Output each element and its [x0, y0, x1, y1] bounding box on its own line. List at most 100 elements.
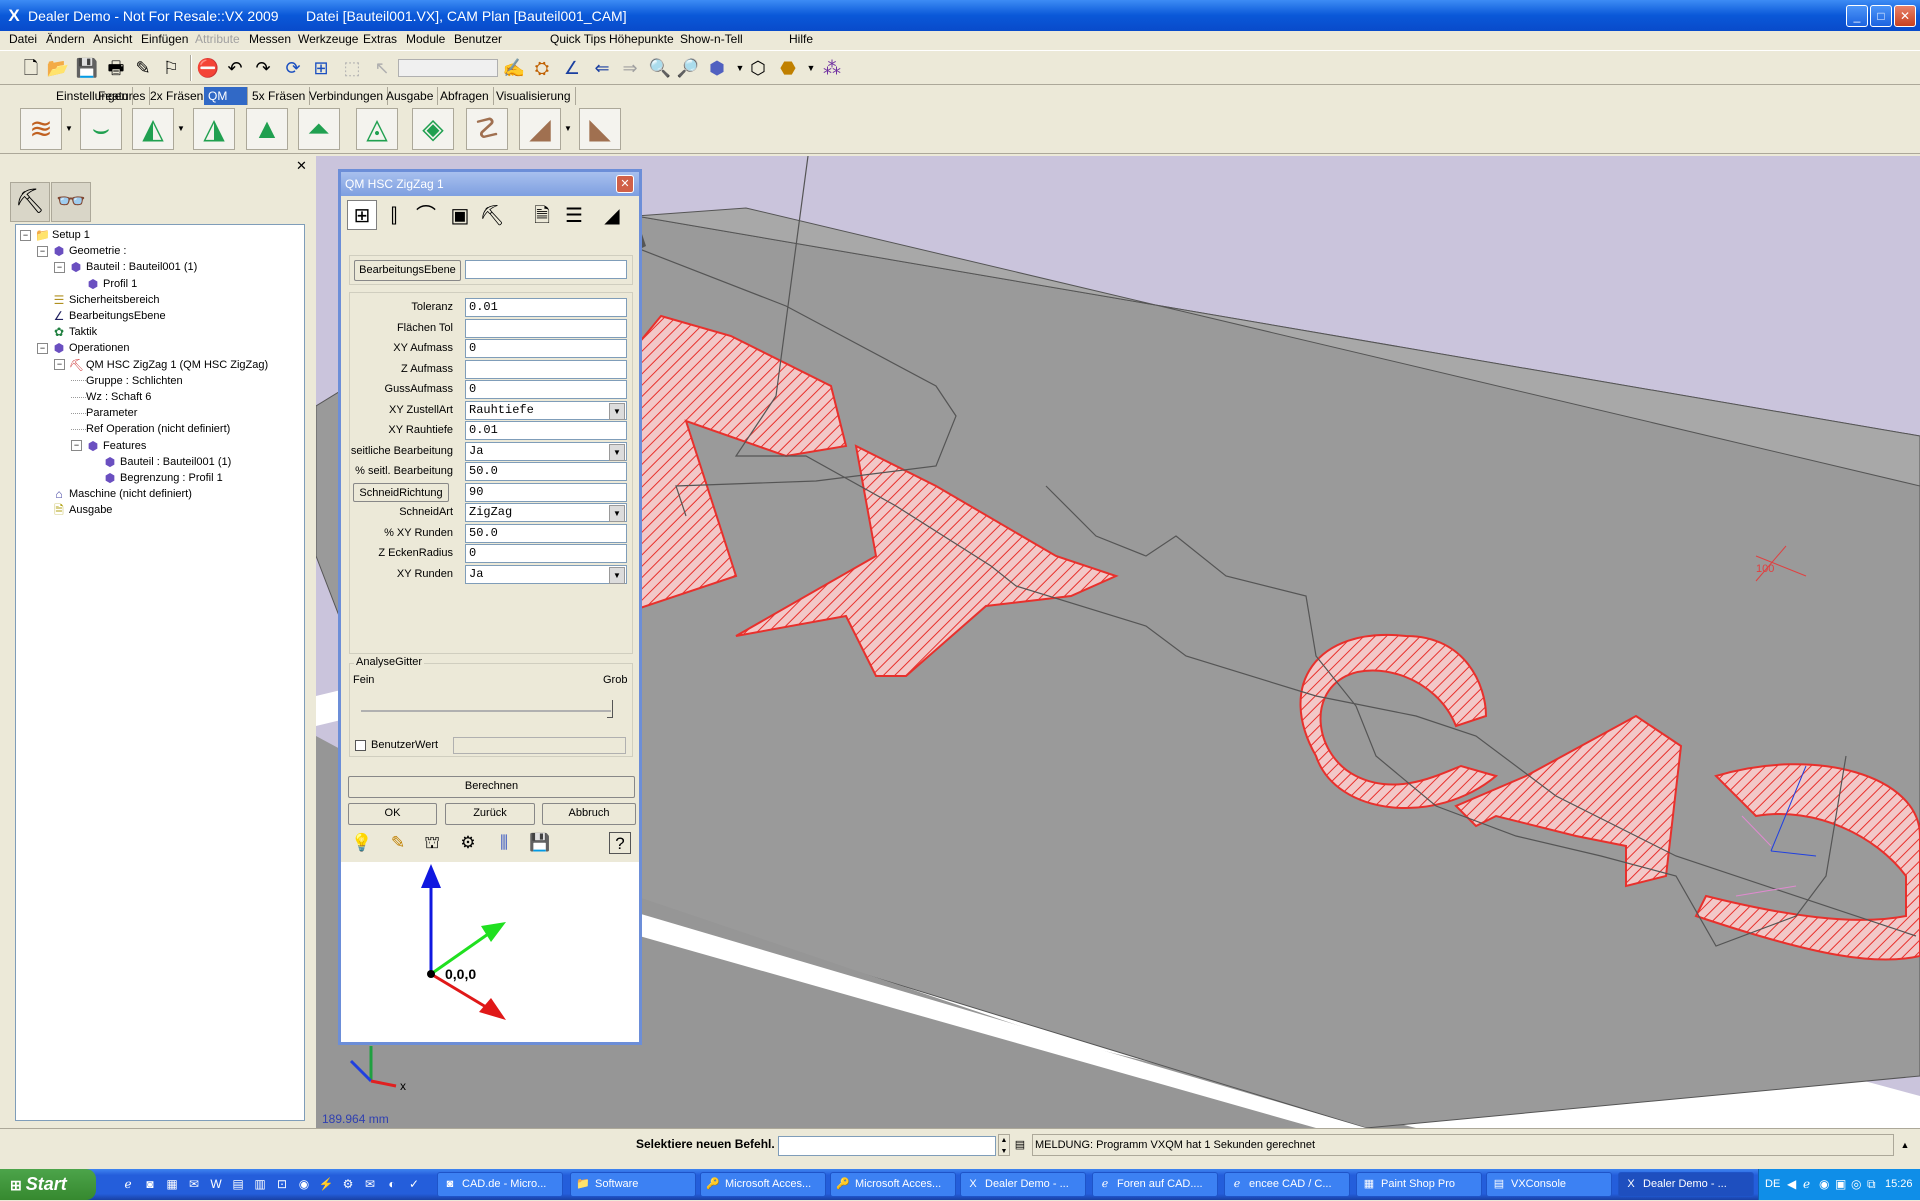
part-icon[interactable]: ⛭ [530, 56, 554, 80]
open-folder-icon[interactable]: 📂 [46, 56, 70, 80]
disabled-tool-icon[interactable]: ⬚ [340, 56, 364, 80]
param-field[interactable]: 50.0 [465, 523, 627, 543]
help-figure-icon[interactable]: ⚐ [159, 56, 183, 80]
tab-abfragen[interactable]: Abfragen [436, 87, 494, 105]
tree-node[interactable]: − 📁 Setup 1 [20, 227, 90, 243]
tab-2x-fraesen[interactable]: 2x Fräsen [146, 87, 209, 105]
tree-node[interactable]: Ref Operation (nicht definiert) [71, 421, 230, 437]
tree-node[interactable]: ⌂ Maschine (nicht definiert) [37, 486, 192, 502]
regenerate-icon[interactable]: ⟳ [281, 56, 305, 80]
tree-node[interactable]: Parameter [71, 405, 137, 421]
menu-einfuegen[interactable]: Einfügen [141, 32, 188, 46]
ok-button[interactable]: OK [348, 803, 437, 825]
menu-attribute[interactable]: Attribute [195, 32, 240, 46]
footsteps-icon[interactable]: ⁂ [820, 56, 844, 80]
swarf-tool-icon[interactable]: ◢ [519, 108, 561, 150]
edit-note-icon[interactable]: ✎ [385, 830, 411, 856]
tray-icon[interactable]: ◎ [1851, 1177, 1861, 1191]
tree-node[interactable]: ⬢ Profil 1 [71, 276, 138, 292]
taskbar-button[interactable]: 📁 Software [570, 1172, 696, 1197]
tab-5x-fraesen[interactable]: 5x Fräsen [248, 87, 311, 105]
chevron-down-icon[interactable]: ▼ [609, 566, 625, 584]
wire-cube-icon[interactable]: ⬡ [746, 56, 770, 80]
tree-node[interactable]: − ⬢ Operationen [37, 340, 130, 356]
benutzerwert-field[interactable] [453, 737, 626, 754]
abbruch-button[interactable]: Abbruch [542, 803, 636, 825]
shaded-cube-icon[interactable]: ⬢ [705, 56, 729, 80]
menu-ansicht[interactable]: Ansicht [93, 32, 132, 46]
arrow-right-icon[interactable]: ⇒ [618, 56, 642, 80]
tree-collapse-toggle[interactable]: − [20, 229, 31, 241]
chevron-down-icon[interactable]: ▼ [609, 505, 625, 522]
minimize-button[interactable]: _ [1846, 5, 1868, 27]
chevron-down-icon[interactable]: ▼ [176, 124, 186, 134]
param-field[interactable]: 0 [465, 380, 627, 399]
axis-icon[interactable]: ∠ [560, 56, 584, 80]
tree-node[interactable]: ☰ Sicherheitsbereich [37, 292, 160, 308]
tree-collapse-toggle[interactable]: − [37, 342, 48, 354]
menu-show-n-tell[interactable]: Show-n-Tell [680, 32, 743, 46]
taskbar-button[interactable]: ▦ Paint Shop Pro [1356, 1172, 1482, 1197]
taskbar-button[interactable]: 🔑 Microsoft Acces... [700, 1172, 826, 1197]
param-button[interactable]: SchneidRichtung [353, 482, 449, 502]
menu-datei[interactable]: Datei [9, 32, 37, 46]
tray-icon[interactable]: ◀ [1787, 1177, 1796, 1191]
print-icon[interactable]: 🖶 [104, 56, 128, 80]
chevron-down-icon[interactable]: ▼ [563, 124, 573, 134]
chevron-down-icon[interactable]: ▼ [64, 124, 74, 134]
maximize-button[interactable]: □ [1870, 5, 1892, 27]
drape-tool-icon[interactable]: ◣ [579, 108, 621, 150]
language-indicator[interactable]: DE [1765, 1178, 1780, 1190]
tray-icon[interactable]: ◉ [1819, 1177, 1829, 1191]
save-icon[interactable]: 💾 [527, 830, 553, 856]
surface-tool-icon[interactable]: ◭ [132, 108, 174, 150]
stop-icon[interactable]: ⛔ [196, 56, 220, 80]
param-select[interactable]: Ja ▼ [465, 441, 627, 461]
chevron-down-icon[interactable]: ▼ [609, 402, 625, 420]
param-select[interactable]: ZigZag ▼ [465, 503, 627, 522]
message-scroll-icon[interactable]: ▲ [1898, 1134, 1912, 1156]
save-icon[interactable]: 💾 [75, 56, 99, 80]
tree-node[interactable]: ∠ BearbeitungsEbene [37, 308, 166, 324]
zoom-icon[interactable]: 🔍 [648, 56, 672, 80]
eraser-icon[interactable]: ✎ [131, 56, 155, 80]
lightbulb-icon[interactable]: 💡 [349, 830, 375, 856]
tool-holder-icon[interactable]: ⛫ [419, 830, 445, 856]
param-field[interactable]: 90 [465, 482, 627, 502]
roughing-tool-icon[interactable]: ≋ [20, 108, 62, 150]
param-field[interactable]: 0 [465, 339, 627, 358]
redo-icon[interactable]: ↷ [251, 56, 275, 80]
view-cube-icon[interactable]: ⬣ [776, 56, 800, 80]
taskbar-button[interactable]: X Dealer Demo - ... [960, 1172, 1086, 1197]
param-select[interactable]: Ja ▼ [465, 564, 627, 584]
tray-icon[interactable]: ⧉ [1867, 1177, 1876, 1192]
arrow-left-icon[interactable]: ⇐ [590, 56, 614, 80]
tree-collapse-toggle[interactable]: − [54, 261, 65, 273]
menu-hilfe[interactable]: Hilfe [789, 32, 813, 46]
tray-icon[interactable]: ▣ [1835, 1177, 1846, 1191]
tree-node[interactable]: − ⛏ QM HSC ZigZag 1 (QM HSC ZigZag) [54, 357, 268, 373]
disabled-pointer-icon[interactable]: ↖ [370, 56, 394, 80]
glasses-tab-icon[interactable]: 👓 [51, 182, 91, 222]
pencil-tool-icon[interactable]: ⏶ [298, 108, 340, 150]
param-field[interactable] [465, 359, 627, 379]
menu-messen[interactable]: Messen [249, 32, 291, 46]
benutzerwert-checkbox[interactable] [355, 740, 366, 751]
finish-tool-icon[interactable]: ▲ [246, 108, 288, 150]
chevron-down-icon[interactable]: ▼ [609, 443, 625, 461]
taskbar-button[interactable]: ℯ Foren auf CAD.... [1092, 1172, 1218, 1197]
panel-close-icon[interactable]: ✕ [296, 158, 307, 174]
param-field[interactable]: 0 [465, 544, 627, 563]
berechnen-button[interactable]: Berechnen [348, 776, 635, 798]
menu-benutzer[interactable]: Benutzer [454, 32, 502, 46]
tree-node[interactable]: − ⬢ Geometrie : [37, 243, 126, 259]
menu-module[interactable]: Module [406, 32, 445, 46]
tab-qm[interactable]: QM [204, 87, 248, 105]
tools-icon[interactable]: ⫼ [491, 830, 517, 856]
tree-collapse-toggle[interactable]: − [54, 359, 65, 371]
param-field[interactable]: 0.01 [465, 298, 627, 317]
zigzag-tool-icon[interactable]: ◬ [356, 108, 398, 150]
tree-collapse-toggle[interactable]: − [71, 440, 82, 452]
param-field[interactable]: 50.0 [465, 462, 627, 481]
tab-verbindungen[interactable]: Verbindungen [305, 87, 389, 105]
